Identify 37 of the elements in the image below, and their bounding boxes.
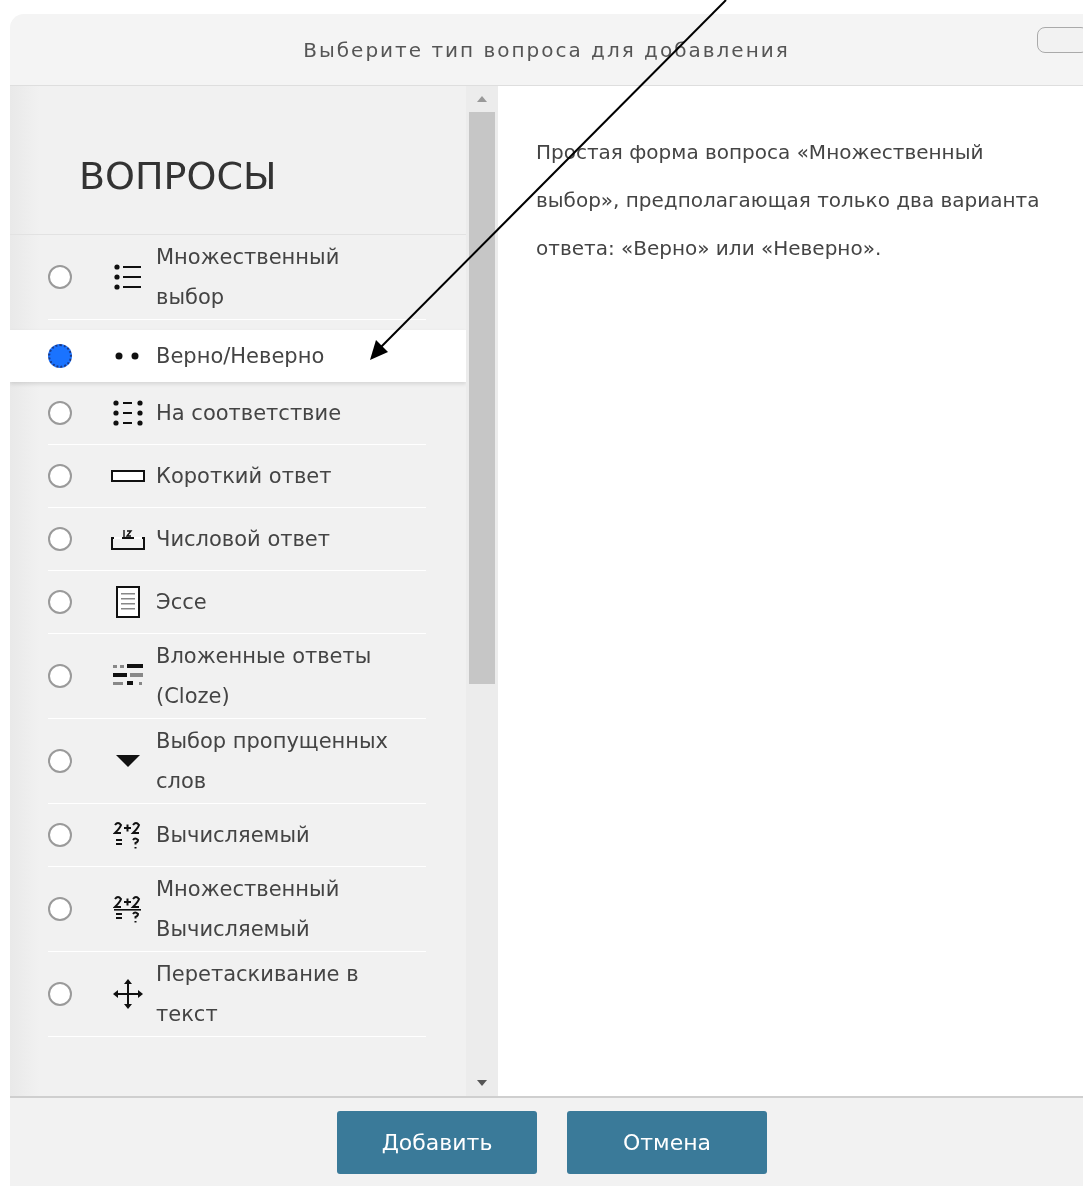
radio-button[interactable]: [48, 464, 72, 488]
radio-button[interactable]: [48, 265, 72, 289]
question-type-label[interactable]: Эссе: [156, 580, 207, 624]
number-field-icon: [111, 528, 145, 550]
question-type-label[interactable]: Выбор пропущенных слов: [156, 719, 396, 803]
question-type-label[interactable]: Короткий ответ: [156, 454, 332, 498]
radio-button[interactable]: [48, 401, 72, 425]
radio-button[interactable]: [48, 344, 72, 368]
radio-button[interactable]: [48, 527, 72, 551]
cloze-icon: [113, 664, 143, 688]
question-type-label[interactable]: Множественный выбор: [156, 235, 396, 319]
question-type-label[interactable]: Множественный Вычисляемый: [156, 867, 396, 951]
matching-icon: [113, 400, 143, 426]
question-type-label[interactable]: Вычисляемый: [156, 813, 310, 857]
add-button[interactable]: Добавить: [337, 1110, 537, 1174]
question-type-label[interactable]: Числовой ответ: [156, 517, 331, 561]
scrollbar[interactable]: [466, 86, 498, 1096]
two-dots-icon: [115, 352, 141, 360]
move-arrows-icon: [113, 979, 143, 1009]
radio-button[interactable]: [48, 897, 72, 921]
radio-button[interactable]: [48, 749, 72, 773]
caret-icon: [116, 755, 140, 767]
list-icon: [114, 264, 142, 290]
question-type-label[interactable]: Перетаскивание в текст: [156, 952, 396, 1036]
text-field-icon: [111, 470, 145, 482]
radio-button[interactable]: [48, 982, 72, 1006]
radio-button[interactable]: [48, 590, 72, 614]
close-button[interactable]: [1037, 27, 1083, 53]
formula-icon: [113, 821, 143, 849]
question-type-label[interactable]: Вложенные ответы (Cloze): [156, 634, 396, 718]
document-icon: [116, 586, 140, 618]
cancel-button[interactable]: Отмена: [567, 1110, 767, 1174]
scroll-thumb[interactable]: [469, 112, 495, 684]
radio-button[interactable]: [48, 664, 72, 688]
formula-icon: [113, 895, 143, 923]
radio-button[interactable]: [48, 823, 72, 847]
question-type-label[interactable]: На соответствие: [156, 391, 342, 435]
